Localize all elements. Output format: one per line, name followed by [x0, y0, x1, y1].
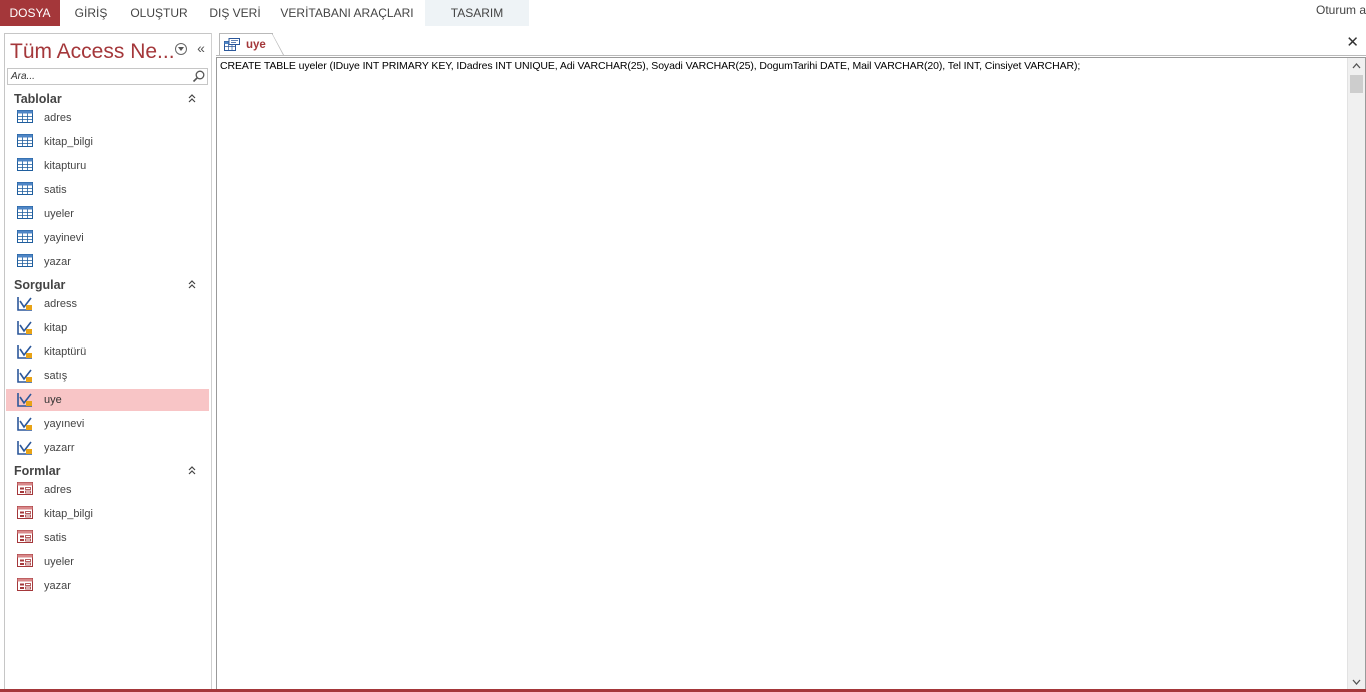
group-header-tablolar[interactable]: Tablolar: [5, 89, 211, 109]
nav-item-form-yazar[interactable]: yazar: [6, 575, 209, 597]
nav-item-label: adres: [44, 112, 72, 124]
table-icon: [17, 182, 33, 195]
nav-item-query-adress[interactable]: adress: [6, 293, 209, 315]
document-tab-uye[interactable]: uye: [219, 33, 284, 55]
ribbon-tab-strip: DOSYA GİRİŞ OLUŞTUR DIŞ VERİ VERİTABANI …: [0, 0, 1366, 26]
nav-item-table-adres[interactable]: adres: [6, 107, 209, 129]
nav-item-label: uye: [44, 394, 62, 406]
tab-dosya[interactable]: DOSYA: [0, 0, 60, 26]
chevron-up-icon[interactable]: [188, 94, 196, 103]
nav-item-label: kitap_bilgi: [44, 136, 93, 148]
table-icon: [17, 230, 33, 243]
nav-item-label: kitapturu: [44, 160, 87, 172]
navigation-pane: Tüm Access Ne... « Ara... Tablolar adres…: [4, 33, 212, 691]
search-icon[interactable]: [192, 70, 205, 83]
nav-item-table-yazar[interactable]: yazar: [6, 251, 209, 273]
query-icon: [17, 369, 32, 383]
nav-item-query-satis[interactable]: satış: [6, 365, 209, 387]
form-icon: [17, 554, 33, 567]
nav-item-query-kitap[interactable]: kitap: [6, 317, 209, 339]
nav-item-label: kitap_bilgi: [44, 508, 93, 520]
nav-pane-splitter[interactable]: [211, 33, 212, 689]
query-icon: [17, 297, 32, 311]
nav-item-form-kitap-bilgi[interactable]: kitap_bilgi: [6, 503, 209, 525]
sql-editor[interactable]: CREATE TABLE uyeler (IDuye INT PRIMARY K…: [216, 57, 1366, 691]
sql-query-icon: [224, 38, 240, 51]
nav-item-label: satış: [44, 370, 68, 382]
scrollbar-thumb[interactable]: [1350, 75, 1363, 93]
table-icon: [17, 110, 33, 123]
scroll-up-arrow-icon[interactable]: [1352, 63, 1361, 69]
nav-search-box[interactable]: Ara...: [7, 68, 208, 85]
nav-item-query-yayinevi[interactable]: yayınevi: [6, 413, 209, 435]
group-header-sorgular[interactable]: Sorgular: [5, 275, 211, 295]
group-label: Sorgular: [14, 278, 66, 292]
nav-item-label: yazarr: [44, 442, 75, 454]
tab-veritabani-araclari[interactable]: VERİTABANI ARAÇLARI: [276, 0, 418, 26]
form-icon: [17, 530, 33, 543]
form-icon: [17, 578, 33, 591]
nav-item-label: uyeler: [44, 208, 74, 220]
nav-item-table-uyeler[interactable]: uyeler: [6, 203, 209, 225]
search-input[interactable]: Ara...: [11, 70, 35, 84]
table-icon: [17, 254, 33, 267]
query-icon: [17, 393, 32, 407]
nav-item-query-uye[interactable]: uye: [6, 389, 209, 411]
nav-item-label: kitaptürü: [44, 346, 87, 358]
tab-giris[interactable]: GİRİŞ: [66, 0, 116, 26]
nav-item-table-yayinevi[interactable]: yayinevi: [6, 227, 209, 249]
tab-tasarim[interactable]: TASARIM: [425, 0, 529, 26]
vertical-scrollbar[interactable]: [1347, 58, 1365, 690]
nav-item-table-kitapturu[interactable]: kitapturu: [6, 155, 209, 177]
nav-item-form-adres[interactable]: adres: [6, 479, 209, 501]
nav-item-form-satis[interactable]: satis: [6, 527, 209, 549]
form-icon: [17, 506, 33, 519]
nav-item-query-kitapturu[interactable]: kitaptürü: [6, 341, 209, 363]
nav-item-label: satis: [44, 184, 67, 196]
nav-item-label: yayinevi: [44, 232, 84, 244]
group-label: Tablolar: [14, 92, 62, 106]
nav-item-label: adress: [44, 298, 78, 310]
query-icon: [17, 321, 32, 335]
nav-item-table-satis[interactable]: satis: [6, 179, 209, 201]
nav-item-form-uyeler[interactable]: uyeler: [6, 551, 209, 573]
tab-dis-veri[interactable]: DIŞ VERİ: [203, 0, 267, 26]
document-tab-label: uye: [246, 39, 266, 51]
table-icon: [17, 158, 33, 171]
close-document-icon[interactable]: ✕: [1346, 35, 1359, 51]
nav-pane-title[interactable]: Tüm Access Ne...: [10, 38, 175, 66]
nav-item-table-kitap-bilgi[interactable]: kitap_bilgi: [6, 131, 209, 153]
nav-item-label: uyeler: [44, 556, 74, 568]
tab-underline: [216, 55, 1366, 56]
query-icon: [17, 441, 32, 455]
shutter-bar-collapse-icon[interactable]: «: [194, 39, 208, 57]
nav-item-query-yazarr[interactable]: yazarr: [6, 437, 209, 459]
group-header-formlar[interactable]: Formlar: [5, 461, 211, 481]
nav-item-label: yayınevi: [44, 418, 85, 430]
sql-text[interactable]: CREATE TABLE uyeler (IDuye INT PRIMARY K…: [220, 59, 1080, 73]
nav-menu-dropdown-icon[interactable]: [175, 43, 187, 55]
query-icon: [17, 417, 32, 431]
nav-item-label: yazar: [44, 256, 71, 268]
nav-item-label: yazar: [44, 580, 71, 592]
nav-item-label: adres: [44, 484, 72, 496]
table-icon: [17, 206, 33, 219]
nav-item-label: satis: [44, 532, 67, 544]
form-icon: [17, 482, 33, 495]
scroll-down-arrow-icon[interactable]: [1352, 679, 1361, 685]
tab-olustur[interactable]: OLUŞTUR: [124, 0, 194, 26]
nav-item-label: kitap: [44, 322, 68, 334]
table-icon: [17, 134, 33, 147]
chevron-up-icon[interactable]: [188, 466, 196, 475]
document-area: uye ✕ CREATE TABLE uyeler (IDuye INT PRI…: [216, 33, 1366, 692]
sign-in-link[interactable]: Oturum aç: [1316, 0, 1366, 22]
group-label: Formlar: [14, 464, 61, 478]
query-icon: [17, 345, 32, 359]
chevron-up-icon[interactable]: [188, 280, 196, 289]
